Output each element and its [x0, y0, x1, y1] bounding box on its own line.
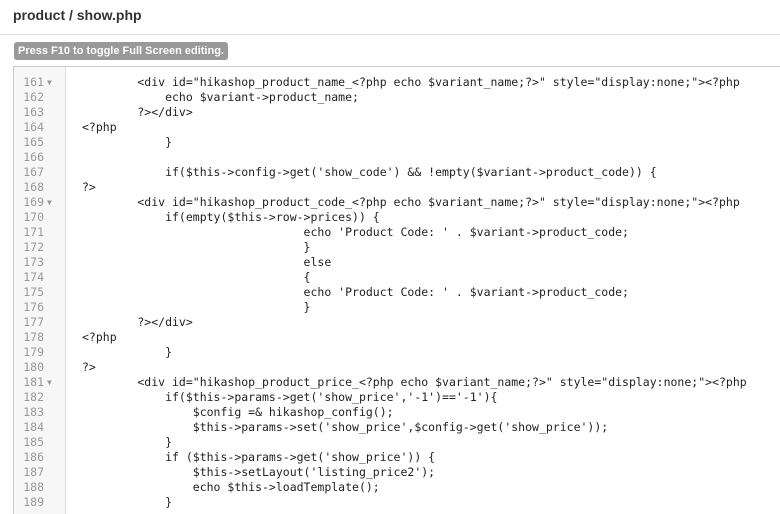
code-line[interactable]: 186 if ($this->params->get('show_price')…	[14, 450, 780, 465]
code-text: ?>	[82, 360, 96, 374]
code-text: if($this->config->get('show_code') && !e…	[82, 165, 657, 179]
code-line[interactable]: 172 }	[14, 240, 780, 255]
line-number: 164	[23, 120, 44, 134]
fold-arrow-icon[interactable]: ▼	[47, 375, 55, 390]
code-line[interactable]: 166	[14, 150, 780, 165]
code-line[interactable]: 173 else	[14, 255, 780, 270]
code-line[interactable]: 180 ?>	[14, 360, 780, 375]
line-number: 168	[23, 180, 44, 194]
code-text: echo 'Product Code: ' . $variant->produc…	[82, 285, 629, 299]
code-text: <div id="hikashop_product_name_<?php ech…	[82, 75, 740, 89]
code-text: echo $variant->product_name;	[82, 90, 359, 104]
line-number: 167	[23, 165, 44, 179]
code-line[interactable]: 169 ▼ <div id="hikashop_product_code_<?ph…	[14, 195, 780, 210]
code-text: echo $this->loadTemplate();	[82, 480, 380, 494]
code-text: $this->params->set('show_price',$config-…	[82, 420, 609, 434]
code-text: if($this->params->get('show_price','-1')…	[82, 390, 498, 404]
fullscreen-hint-badge: Press F10 to toggle Full Screen editing.	[14, 42, 228, 60]
code-line[interactable]: 179 }	[14, 345, 780, 360]
page-title: product / show.php	[13, 7, 142, 23]
line-number: 165	[23, 135, 44, 149]
line-number: 166	[23, 150, 44, 164]
line-number: 189	[23, 495, 44, 509]
code-line[interactable]: 181 ▼ <div id="hikashop_product_price_<?p…	[14, 375, 780, 390]
code-line[interactable]: 163 ?></div>	[14, 105, 780, 120]
line-number: 178	[23, 330, 44, 344]
code-line[interactable]: 168 ?>	[14, 180, 780, 195]
code-text: <?php	[82, 120, 117, 134]
code-text: ?></div>	[82, 315, 193, 329]
line-number: 170	[23, 210, 44, 224]
code-line[interactable]: 176 }	[14, 300, 780, 315]
line-number: 169	[23, 195, 44, 209]
code-text: }	[82, 240, 311, 254]
line-number: 184	[23, 420, 44, 434]
code-text: ?></div>	[82, 105, 193, 119]
code-line[interactable]: 188 echo $this->loadTemplate();	[14, 480, 780, 495]
code-text: <div id="hikashop_product_code_<?php ech…	[82, 195, 740, 209]
line-number: 187	[23, 465, 44, 479]
code-line[interactable]: 174 {	[14, 270, 780, 285]
code-line[interactable]: 162 echo $variant->product_name;	[14, 90, 780, 105]
code-line[interactable]: 171 echo 'Product Code: ' . $variant->pr…	[14, 225, 780, 240]
code-line[interactable]: 175 echo 'Product Code: ' . $variant->pr…	[14, 285, 780, 300]
line-number: 188	[23, 480, 44, 494]
line-number: 177	[23, 315, 44, 329]
line-number: 173	[23, 255, 44, 269]
line-number: 185	[23, 435, 44, 449]
code-line[interactable]: 178 <?php	[14, 330, 780, 345]
code-line[interactable]: 177 ?></div>	[14, 315, 780, 330]
code-text: <?php	[82, 330, 117, 344]
fold-arrow-icon[interactable]: ▼	[47, 75, 55, 90]
code-line[interactable]: 167 if($this->config->get('show_code') &…	[14, 165, 780, 180]
code-text: echo 'Product Code: ' . $variant->produc…	[82, 225, 629, 239]
code-text: else	[82, 255, 332, 269]
line-number: 182	[23, 390, 44, 404]
line-number: 174	[23, 270, 44, 284]
code-text: if(empty($this->row->prices)) {	[82, 210, 380, 224]
line-number: 162	[23, 90, 44, 104]
code-line[interactable]: 182 if($this->params->get('show_price','…	[14, 390, 780, 405]
code-text: }	[82, 135, 173, 149]
fold-arrow-icon[interactable]: ▼	[47, 195, 55, 210]
code-text: }	[82, 345, 173, 359]
code-line[interactable]: 187 $this->setLayout('listing_price2');	[14, 465, 780, 480]
code-text: <div id="hikashop_product_price_<?php ec…	[82, 375, 747, 389]
code-line[interactable]: 185 }	[14, 435, 780, 450]
line-number: 175	[23, 285, 44, 299]
code-line[interactable]: 164 <?php	[14, 120, 780, 135]
code-line[interactable]: 189 }	[14, 495, 780, 510]
line-number: 186	[23, 450, 44, 464]
code-line[interactable]: 170 if(empty($this->row->prices)) {	[14, 210, 780, 225]
code-line[interactable]: 165 }	[14, 135, 780, 150]
code-text: ?>	[82, 180, 96, 194]
line-number: 176	[23, 300, 44, 314]
code-text: $this->setLayout('listing_price2');	[82, 465, 436, 479]
code-line[interactable]: 183 $config =& hikashop_config();	[14, 405, 780, 420]
code-text: }	[82, 300, 311, 314]
line-number: 172	[23, 240, 44, 254]
code-line[interactable]: 161 ▼ <div id="hikashop_product_name_<?ph…	[14, 75, 780, 90]
code-text: {	[82, 270, 311, 284]
code-text: if ($this->params->get('show_price')) {	[82, 450, 436, 464]
line-number: 179	[23, 345, 44, 359]
code-text: $config =& hikashop_config();	[82, 405, 394, 419]
line-number: 161	[23, 75, 44, 89]
code-text: }	[82, 495, 173, 509]
code-text: }	[82, 435, 173, 449]
title-divider	[0, 34, 780, 35]
code-line[interactable]: 184 $this->params->set('show_price',$con…	[14, 420, 780, 435]
line-number: 181	[23, 375, 44, 389]
line-number: 171	[23, 225, 44, 239]
code-editor[interactable]: 161 ▼ <div id="hikashop_product_name_<?ph…	[13, 66, 780, 514]
line-number: 180	[23, 360, 44, 374]
line-number: 183	[23, 405, 44, 419]
code-lines[interactable]: 161 ▼ <div id="hikashop_product_name_<?ph…	[14, 67, 780, 510]
line-number: 163	[23, 105, 44, 119]
